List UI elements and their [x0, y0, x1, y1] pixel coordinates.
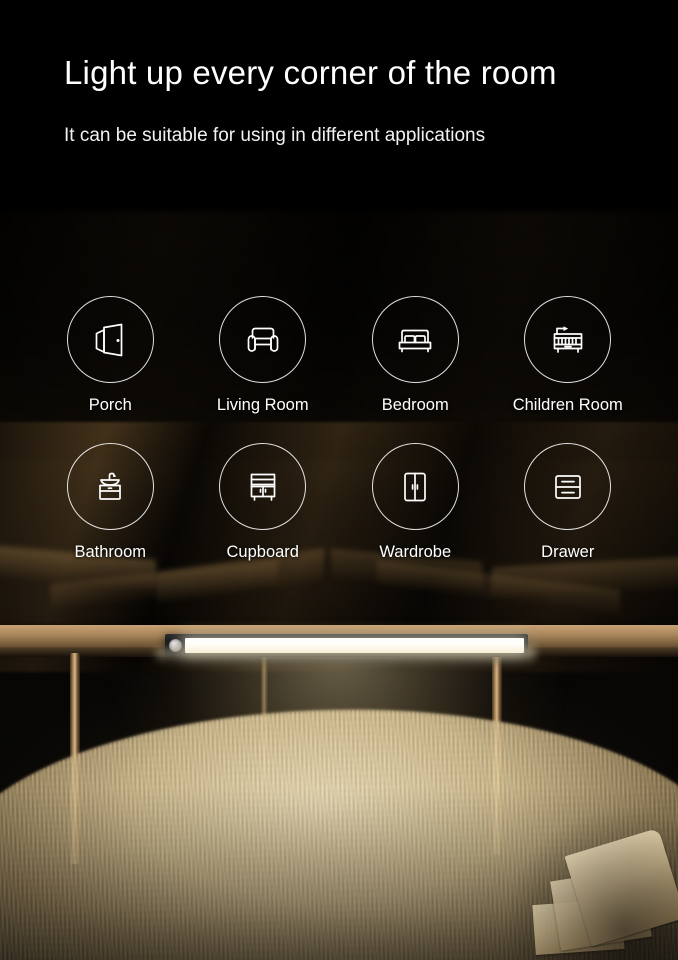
application-item-bedroom[interactable]: Bedroom [339, 296, 492, 415]
application-item-bathroom[interactable]: Bathroom [34, 443, 187, 562]
page-title: Light up every corner of the room [64, 54, 557, 91]
application-item-living-room[interactable]: Living Room [187, 296, 340, 415]
application-label: Bathroom [74, 543, 147, 561]
application-item-cupboard[interactable]: Cupboard [187, 443, 340, 562]
product-marketing-image: Light up every corner of the room It can… [0, 0, 678, 960]
page-subtitle: It can be suitable for using in differen… [64, 125, 486, 146]
application-item-children-room[interactable]: Children Room [492, 296, 645, 415]
bed-icon [371, 296, 459, 383]
wardrobe-icon [371, 443, 459, 530]
application-icon-grid: Porch Living Room Bedroom Children Room … [34, 296, 644, 562]
application-label: Cupboard [226, 543, 299, 561]
bathroom-vanity-icon [66, 443, 154, 530]
overlay-content: Light up every corner of the room It can… [0, 0, 678, 960]
crib-icon [524, 296, 612, 383]
application-label: Porch [88, 396, 132, 414]
application-item-porch[interactable]: Porch [34, 296, 187, 415]
application-item-drawer[interactable]: Drawer [492, 443, 645, 562]
application-item-wardrobe[interactable]: Wardrobe [339, 443, 492, 562]
application-label: Drawer [541, 543, 595, 561]
armchair-icon [219, 296, 307, 383]
application-label: Bedroom [381, 396, 449, 414]
cupboard-icon [219, 443, 307, 530]
application-label: Living Room [216, 396, 309, 414]
drawer-icon [524, 443, 612, 530]
application-label: Children Room [512, 396, 623, 414]
open-door-icon [66, 296, 154, 383]
application-label: Wardrobe [379, 543, 452, 561]
